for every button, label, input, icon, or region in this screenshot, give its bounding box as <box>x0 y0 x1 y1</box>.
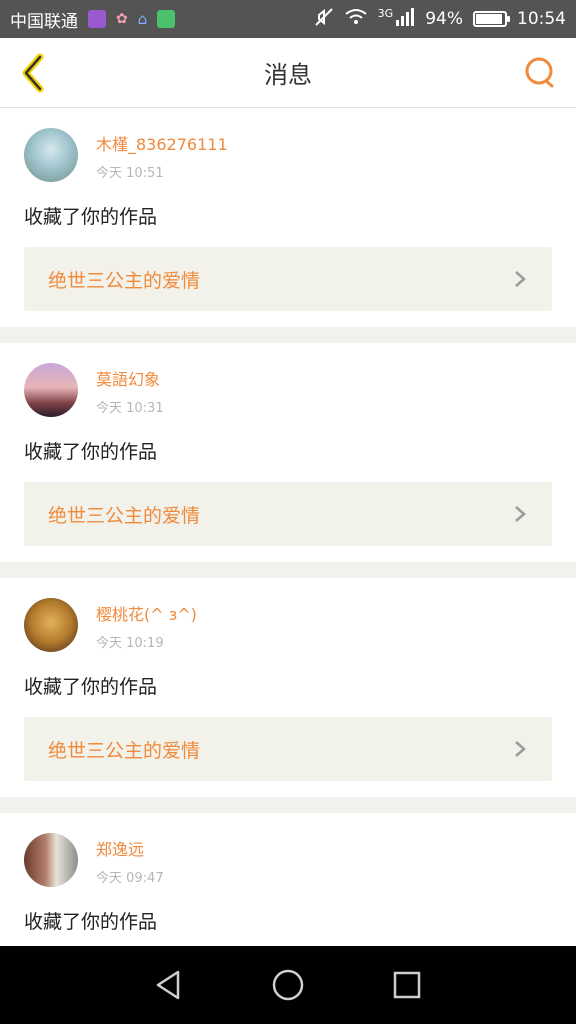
network-type: 3G <box>377 6 394 20</box>
battery-percent: 94% <box>425 9 463 29</box>
work-link[interactable]: 绝世三公主的爱情 <box>24 247 552 311</box>
action-text: 收藏了你的作品 <box>24 206 158 228</box>
username[interactable]: 木槿_836276111 <box>96 134 228 156</box>
system-nav-bar <box>0 946 576 1024</box>
timestamp: 今天 10:19 <box>96 636 164 651</box>
message-card: 木槿_836276111 今天 10:51 收藏了你的作品 绝世三公主的爱情 <box>0 108 576 327</box>
signal-icon <box>395 7 415 31</box>
home-icon: ⌂ <box>137 10 148 28</box>
search-button[interactable] <box>522 55 558 91</box>
avatar[interactable] <box>24 363 78 417</box>
search-icon <box>525 57 554 88</box>
avatar[interactable] <box>24 128 78 182</box>
chevron-right-icon <box>515 271 526 287</box>
avatar[interactable] <box>24 833 78 887</box>
battery-icon <box>473 11 510 27</box>
flower-icon: ✿ <box>116 11 128 27</box>
message-card: 郑逸远 今天 09:47 收藏了你的作品 <box>0 813 576 946</box>
timestamp: 今天 09:47 <box>96 871 164 886</box>
username[interactable]: 樱桃花(^ з^) <box>96 604 197 626</box>
work-title: 绝世三公主的爱情 <box>48 269 201 292</box>
action-text: 收藏了你的作品 <box>24 676 158 698</box>
back-triangle-icon[interactable] <box>152 968 186 1002</box>
gallery-icon <box>88 10 106 28</box>
username[interactable]: 郑逸远 <box>96 839 164 861</box>
timestamp: 今天 10:51 <box>96 166 164 181</box>
action-text: 收藏了你的作品 <box>24 441 158 463</box>
work-title: 绝世三公主的爱情 <box>48 504 201 527</box>
chevron-left-icon <box>22 53 44 93</box>
chevron-right-icon <box>515 741 526 757</box>
status-bar: 中国联通 ✿ ⌂ 3G 94% 10:54 <box>0 0 576 38</box>
work-link[interactable]: 绝世三公主的爱情 <box>24 717 552 781</box>
work-link[interactable]: 绝世三公主的爱情 <box>24 482 552 546</box>
page-title: 消息 <box>264 61 312 89</box>
clock: 10:54 <box>517 9 566 29</box>
carrier-name: 中国联通 <box>10 11 78 32</box>
nav-bar: 消息 <box>0 38 576 108</box>
message-list[interactable]: 木槿_836276111 今天 10:51 收藏了你的作品 绝世三公主的爱情 莫… <box>0 108 576 946</box>
username[interactable]: 莫語幻象 <box>96 369 164 391</box>
avatar[interactable] <box>24 598 78 652</box>
work-title: 绝世三公主的爱情 <box>48 739 201 762</box>
timestamp: 今天 10:31 <box>96 401 164 416</box>
wifi-icon <box>344 8 368 31</box>
action-text: 收藏了你的作品 <box>24 911 158 933</box>
mute-icon <box>314 7 334 32</box>
message-card: 樱桃花(^ з^) 今天 10:19 收藏了你的作品 绝世三公主的爱情 <box>0 578 576 797</box>
stocks-icon <box>157 10 176 28</box>
home-circle-icon[interactable] <box>271 968 305 1002</box>
message-card: 莫語幻象 今天 10:31 收藏了你的作品 绝世三公主的爱情 <box>0 343 576 562</box>
recents-square-icon[interactable] <box>390 968 424 1002</box>
back-button[interactable] <box>12 51 52 95</box>
chevron-right-icon <box>515 506 526 522</box>
